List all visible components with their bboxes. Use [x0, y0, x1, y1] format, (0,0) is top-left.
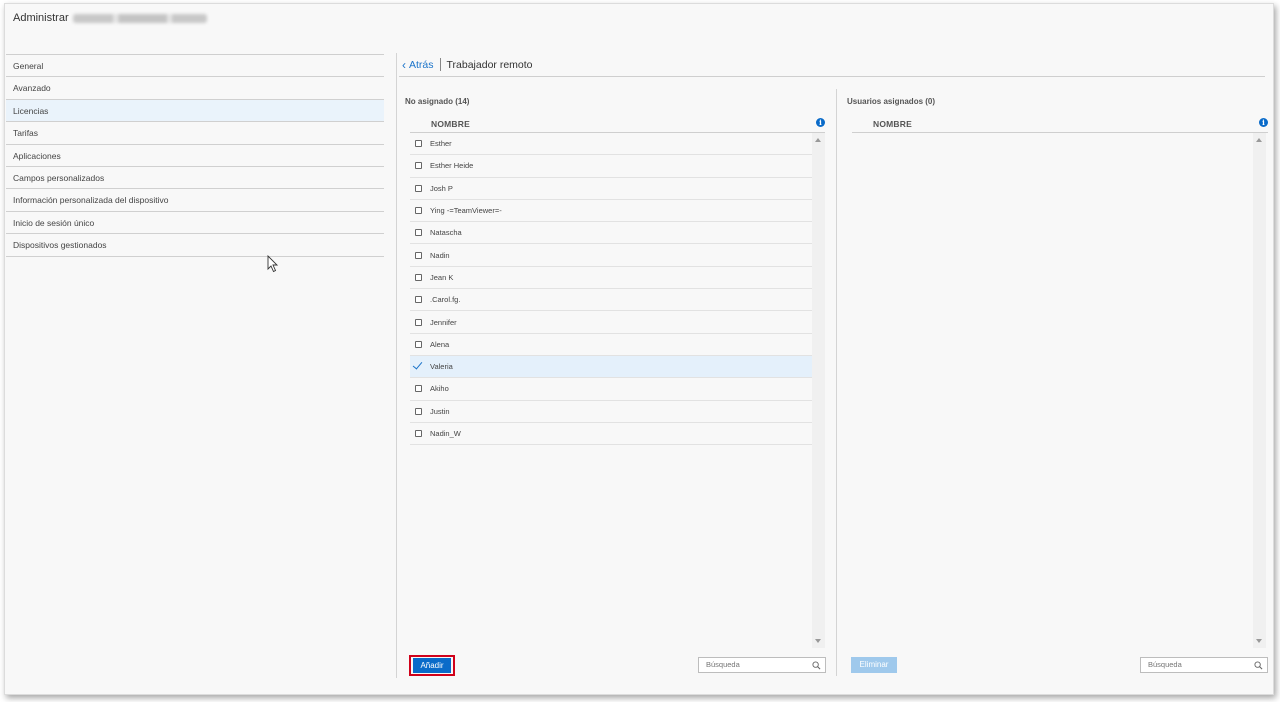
panel-divider	[836, 89, 837, 676]
assigned-title: Usuarios asignados (0)	[847, 97, 936, 106]
info-icon[interactable]: i	[816, 118, 825, 127]
unassigned-search[interactable]	[698, 657, 826, 673]
row-checkbox[interactable]	[415, 184, 422, 192]
sidebar-item[interactable]: Inicio de sesión único	[6, 212, 384, 235]
table-row[interactable]: Esther Heide	[410, 155, 813, 178]
header-separator	[439, 58, 441, 71]
unassigned-search-input[interactable]	[706, 660, 806, 669]
add-button[interactable]: Añadir	[409, 655, 455, 676]
column-name-label: NOMBRE	[431, 119, 470, 129]
user-name: Nadin	[430, 250, 450, 260]
unassigned-title: No asignado (14)	[405, 97, 470, 106]
add-button-label: Añadir	[413, 658, 451, 673]
table-row[interactable]: .Carol.fg.	[410, 289, 813, 312]
sidebar-item[interactable]: Licencias	[6, 99, 384, 123]
sidebar-item[interactable]: General	[6, 55, 384, 78]
row-checkbox[interactable]	[415, 251, 422, 259]
table-row[interactable]: Justin	[410, 401, 813, 423]
row-checkbox[interactable]	[415, 229, 422, 237]
sidebar-item[interactable]: Tarifas	[6, 122, 384, 145]
search-icon[interactable]	[812, 661, 821, 670]
settings-sidebar: General Avanzado Licencias Tarifas Aplicacio…	[6, 54, 384, 257]
mouse-pointer-icon	[267, 255, 279, 273]
sidebar-item[interactable]: Información personalizada del dispositiv…	[6, 189, 384, 212]
table-row[interactable]: Nadin_W	[410, 423, 813, 446]
assigned-column-header[interactable]: NOMBRE i	[852, 113, 1268, 133]
page-header: ‹ Atrás Trabajador remoto	[399, 53, 1265, 77]
table-row[interactable]: Jean K	[410, 267, 813, 290]
column-name-label: NOMBRE	[873, 119, 912, 129]
table-row[interactable]: Valeria	[410, 355, 813, 379]
assigned-scrollbar[interactable]	[1253, 133, 1266, 648]
user-name: Jean K	[430, 272, 454, 282]
row-checkbox[interactable]	[415, 296, 422, 304]
table-row[interactable]: Nadin	[410, 244, 813, 267]
row-checkbox[interactable]	[415, 407, 422, 415]
table-row[interactable]: Josh P	[410, 178, 813, 200]
sidebar-item[interactable]: Campos personalizados	[6, 167, 384, 190]
chevron-left-icon: ‹	[402, 57, 406, 72]
redacted-company-name	[72, 13, 207, 23]
row-checkbox[interactable]	[415, 430, 422, 437]
table-row[interactable]: Akiho	[410, 378, 813, 401]
user-name: Esther Heide	[430, 161, 474, 171]
row-checkbox[interactable]	[415, 207, 422, 215]
table-row[interactable]: Esther	[410, 133, 813, 156]
table-row[interactable]: Ying -=TeamViewer=-	[410, 200, 813, 223]
user-name: Ying -=TeamViewer=-	[430, 206, 502, 216]
title-text: Administrar	[13, 12, 69, 24]
row-checkbox[interactable]	[415, 318, 422, 326]
table-row[interactable]: Alena	[410, 334, 813, 356]
user-name: Natascha	[430, 228, 462, 238]
row-checkbox[interactable]	[415, 140, 422, 148]
page-title: Trabajador remoto	[446, 58, 533, 71]
row-checkbox[interactable]	[415, 385, 422, 393]
user-name: Nadin_W	[430, 429, 461, 438]
sidebar-item[interactable]: Avanzado	[6, 77, 384, 100]
sidebar-item[interactable]: Aplicaciones	[6, 145, 384, 167]
remove-button[interactable]: Eliminar	[851, 657, 897, 673]
user-name: Valeria	[430, 362, 453, 372]
assigned-search[interactable]	[1140, 657, 1268, 673]
scroll-down-icon[interactable]	[815, 639, 821, 643]
row-checkbox[interactable]	[415, 273, 422, 281]
window-title: Administrar	[13, 12, 207, 24]
user-name: Alena	[430, 339, 450, 349]
table-row[interactable]: Jennifer	[410, 311, 813, 334]
row-checkbox[interactable]	[415, 340, 422, 348]
user-name: Akiho	[430, 384, 449, 394]
sidebar-divider	[396, 53, 397, 678]
assigned-search-input[interactable]	[1148, 660, 1248, 669]
scroll-up-icon[interactable]	[815, 138, 821, 142]
back-link[interactable]: ‹ Atrás	[402, 58, 434, 72]
unassigned-user-list: Esther Esther Heide Josh P Ying -=TeamViewe…	[410, 133, 813, 446]
user-name: Esther	[430, 139, 452, 149]
scroll-up-icon[interactable]	[1256, 138, 1262, 142]
search-icon[interactable]	[1254, 661, 1263, 670]
table-row[interactable]: Natascha	[410, 222, 813, 245]
user-name: Jennifer	[430, 317, 457, 327]
user-name: Josh P	[430, 183, 453, 193]
back-label: Atrás	[409, 58, 434, 71]
info-icon[interactable]: i	[1259, 118, 1268, 127]
row-checkbox[interactable]	[415, 162, 422, 170]
row-checkbox[interactable]	[415, 363, 422, 370]
unassigned-column-header[interactable]: NOMBRE i	[410, 113, 825, 133]
unassigned-scrollbar[interactable]	[812, 133, 825, 648]
user-name: Justin	[430, 406, 450, 416]
sidebar-item[interactable]: Dispositivos gestionados	[6, 234, 384, 257]
user-name: .Carol.fg.	[430, 295, 461, 305]
scroll-down-icon[interactable]	[1256, 639, 1262, 643]
